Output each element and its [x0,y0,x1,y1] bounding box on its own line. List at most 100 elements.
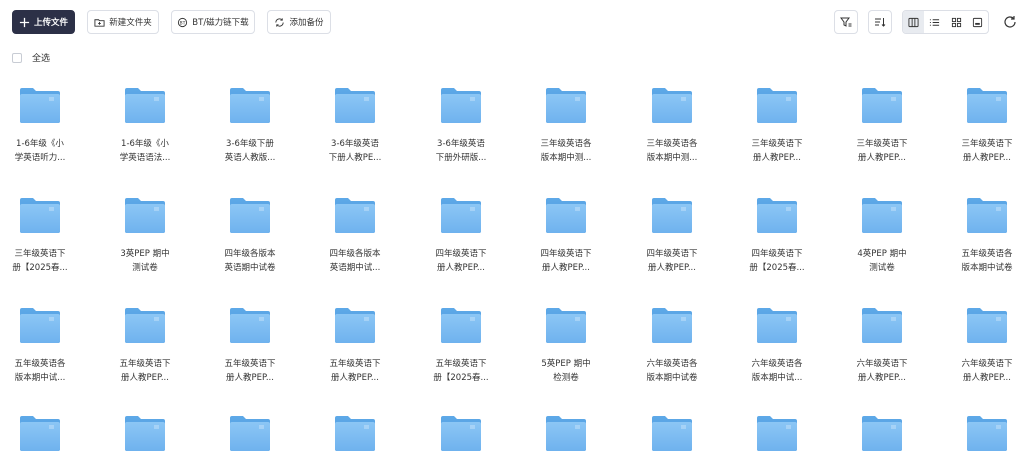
refresh-icon[interactable] [1003,15,1017,29]
folder-name: 3-6年级英语 下册人教PE... [320,138,390,165]
folder-item[interactable]: 四年级英语下 册【2025春... [737,196,817,275]
folder-item[interactable] [842,414,922,466]
folder-name-line: 四年级英语下 [435,249,487,259]
folder-item[interactable] [105,414,185,466]
add-backup-button[interactable]: 添加备份 [267,10,331,34]
folder-name: 三年级英语各 版本期中测... [637,138,707,165]
folder-name-line: 册人教PEP... [753,152,801,163]
list-view-button[interactable] [924,11,945,33]
folder-item[interactable]: 3-6年级下册 英语人教版... [210,86,290,165]
folder-item[interactable]: 四年级各版本 英语期中试卷 [210,196,290,275]
folder-icon [125,308,165,343]
folder-item[interactable]: 五年级英语各 版本期中试卷 [947,196,1024,275]
folder-item[interactable]: 五年级英语下 册人教PEP... [315,306,395,385]
folder-name-line: 版本期中测... [646,152,698,163]
folder-name: 四年级英语下 册【2025春... [742,248,812,275]
folder-item[interactable] [632,414,712,466]
folder-item[interactable]: 四年级英语下 册人教PEP... [526,196,606,275]
folder-item[interactable]: 1-6年级《小 学英语语法... [105,86,185,165]
grid-view-button[interactable] [946,11,967,33]
folder-item[interactable]: 六年级英语下 册人教PEP... [842,306,922,385]
folder-name: 四年级各版本 英语期中试... [320,248,390,275]
folder-icon [652,198,692,233]
folder-item[interactable]: 三年级英语各 版本期中测... [632,86,712,165]
folder-item[interactable]: 3-6年级英语 下册人教PE... [315,86,395,165]
folder-name-line: 册人教PEP... [542,262,590,273]
folder-name-line: 五年级英语各 [961,249,1013,259]
folder-name-line: 册人教PEP... [963,372,1011,383]
folder-item[interactable]: 三年级英语下 册人教PEP... [947,86,1024,165]
folder-icon [967,308,1007,343]
folder-item[interactable] [526,414,606,466]
folder-item[interactable]: 三年级英语各 版本期中测... [526,86,606,165]
folder-item[interactable] [421,414,501,466]
folder-item[interactable]: 四年级英语下 册人教PEP... [632,196,712,275]
folder-icon [441,88,481,123]
folder-item[interactable]: 五年级英语各 版本期中试... [0,306,80,385]
folder-icon [546,198,586,233]
select-all-checkbox[interactable] [12,52,22,63]
folder-name-line: 版本期中试卷 [961,262,1013,273]
sort-button[interactable] [868,10,892,34]
folder-item[interactable]: 六年级英语下 册人教PEP... [947,306,1024,385]
folder-name-line: 六年级英语下 [961,359,1013,369]
folder-item[interactable]: 5英PEP 期中 检测卷 [526,306,606,385]
folder-name: 四年级英语下 册人教PEP... [637,248,707,275]
folder-name: 三年级英语下 册人教PEP... [847,138,917,165]
folder-item[interactable]: 六年级英语各 版本期中试... [737,306,817,385]
folder-name: 六年级英语下 册人教PEP... [847,358,917,385]
folder-item[interactable] [210,414,290,466]
folder-name: 1-6年级《小 学英语听力... [5,138,75,165]
folder-item[interactable]: 五年级英语下 册人教PEP... [210,306,290,385]
svg-text:BT: BT [180,20,186,26]
folder-icon [967,88,1007,123]
folder-icon [125,416,165,451]
folder-icon [652,308,692,343]
folder-item[interactable] [947,414,1024,466]
folder-item[interactable]: 三年级英语下 册【2025春... [0,196,80,275]
folder-item[interactable]: 六年级英语各 版本期中试卷 [632,306,712,385]
folder-name: 六年级英语各 版本期中试卷 [637,358,707,385]
folder-item[interactable] [737,414,817,466]
folder-name: 三年级英语下 册人教PEP... [742,138,812,165]
folder-icon [335,416,375,451]
upload-button[interactable]: 上传文件 [12,10,75,34]
folder-name-line: 1-6年级《小 [16,139,64,149]
folder-item[interactable]: 三年级英语下 册人教PEP... [737,86,817,165]
folder-item[interactable] [315,414,395,466]
folder-icon [20,198,60,233]
columns-icon [908,17,919,27]
folder-item[interactable]: 3英PEP 期中 测试卷 [105,196,185,275]
select-all-label: 全选 [32,54,51,64]
folder-name-line: 3-6年级下册 [226,139,274,149]
add-backup-button-label: 添加备份 [289,18,324,28]
folder-item[interactable]: 4英PEP 期中 测试卷 [842,196,922,275]
folder-name-line: 三年级英语各 [646,139,698,149]
folder-icon [862,416,902,451]
folder-item[interactable]: 1-6年级《小 学英语听力... [0,86,80,165]
new-folder-button[interactable]: 新建文件夹 [87,10,159,34]
folder-name: 三年级英语下 册【2025春... [5,248,75,275]
filter-button[interactable] [834,10,858,34]
folder-item[interactable]: 四年级英语下 册人教PEP... [421,196,501,275]
sort-icon [875,18,886,27]
bt-download-button[interactable]: BT BT/磁力链下载 [171,10,255,34]
folder-item[interactable]: 五年级英语下 册人教PEP... [105,306,185,385]
plus-icon [19,17,30,27]
folder-item[interactable]: 五年级英语下 册【2025春... [421,306,501,385]
folder-item[interactable] [0,414,80,466]
sync-icon [275,17,285,27]
folder-name: 五年级英语下 册人教PEP... [320,358,390,385]
folder-item[interactable]: 3-6年级英语 下册外研版... [421,86,501,165]
folder-item[interactable]: 三年级英语下 册人教PEP... [842,86,922,165]
folder-name: 四年级英语下 册人教PEP... [426,248,496,275]
column-view-button[interactable] [903,11,925,33]
folder-icon [862,198,902,233]
folder-item[interactable]: 四年级各版本 英语期中试... [315,196,395,275]
preview-view-button[interactable] [967,11,988,33]
folder-icon [757,198,797,233]
folder-name-line: 五年级英语下 [224,359,276,369]
folder-name-line: 测试卷 [869,262,895,273]
folder-icon [335,88,375,123]
folder-name-line: 1-6年级《小 [121,139,169,149]
